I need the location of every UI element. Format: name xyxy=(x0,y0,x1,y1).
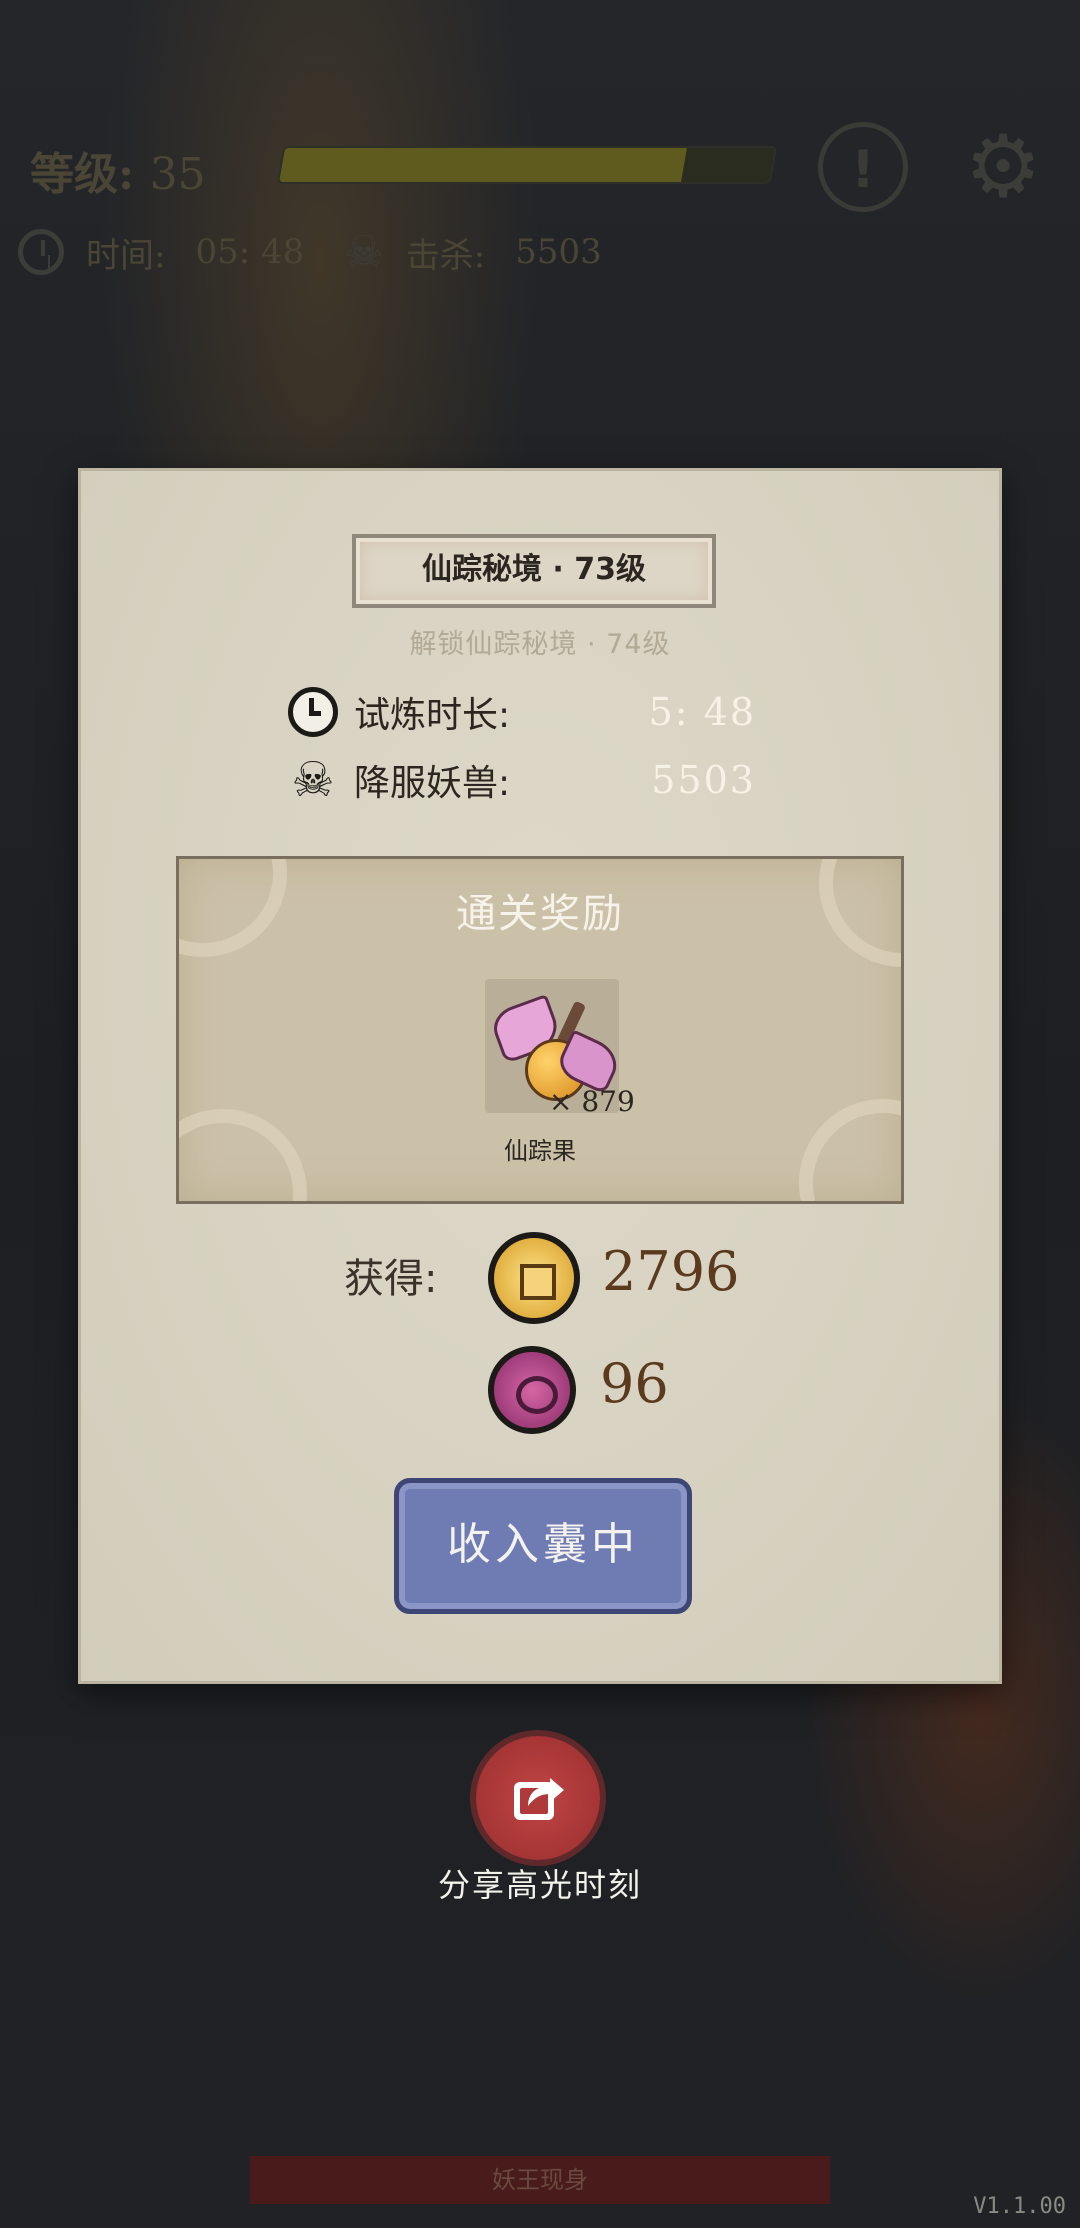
gold-amount: 2796 xyxy=(602,1240,740,1303)
spirit-amount: 96 xyxy=(600,1352,669,1415)
share-icon xyxy=(514,1778,564,1820)
stage-title: 仙踪秘境 · 73级 xyxy=(352,534,716,608)
stat-row-duration: 试炼时长: 5: 48 xyxy=(288,684,756,740)
result-dialog: 仙踪秘境 · 73级 解锁仙踪秘境 · 74级 试炼时长: 5: 48 ☠ 降服… xyxy=(78,468,1002,1684)
gain-label: 获得: xyxy=(344,1256,438,1302)
time-label: 时间: xyxy=(86,235,166,276)
share-button[interactable] xyxy=(476,1736,600,1860)
version-label: V1.1.00 xyxy=(973,2194,1066,2219)
hud-stats: 时间: 05: 48 ☠ 击杀: 5503 xyxy=(18,224,602,280)
reward-box: 通关奖励 × 879 仙踪果 xyxy=(176,856,904,1204)
collect-button[interactable]: 收入囊中 xyxy=(394,1478,692,1614)
spirit-orb-icon xyxy=(488,1346,576,1434)
stat-value: 5503 xyxy=(651,758,756,802)
item-count: × 879 xyxy=(549,1085,635,1118)
skull-icon: ☠ xyxy=(344,226,384,278)
boss-banner: 妖王现身 xyxy=(250,2156,830,2204)
skull-icon: ☠ xyxy=(291,752,335,808)
share-label: 分享高光时刻 xyxy=(437,1866,642,1904)
unlock-subtitle: 解锁仙踪秘境 · 74级 xyxy=(409,629,671,660)
kills-label: 击杀: xyxy=(405,235,486,276)
level-value: 35 xyxy=(149,149,206,200)
exclamation-icon[interactable]: ! xyxy=(818,122,908,212)
clock-icon xyxy=(18,229,64,275)
gear-icon[interactable]: ⚙ xyxy=(958,122,1048,212)
level-label: 等级: xyxy=(30,149,135,200)
level-display: 等级: 35 xyxy=(30,138,206,202)
kills-value: 5503 xyxy=(515,232,602,272)
experience-bar xyxy=(276,146,778,184)
stat-value: 5: 48 xyxy=(648,690,756,734)
experience-bar-fill xyxy=(279,148,687,182)
item-name: 仙踪果 xyxy=(504,1137,576,1165)
time-value: 05: 48 xyxy=(195,232,305,272)
stat-label: 试炼时长: xyxy=(354,695,511,736)
stat-label: 降服妖兽: xyxy=(354,763,511,804)
stat-row-kills: ☠ 降服妖兽: 5503 xyxy=(288,752,756,808)
clock-icon xyxy=(288,687,338,737)
gold-coin-icon xyxy=(488,1232,580,1324)
reward-title: 通关奖励 xyxy=(456,891,624,937)
